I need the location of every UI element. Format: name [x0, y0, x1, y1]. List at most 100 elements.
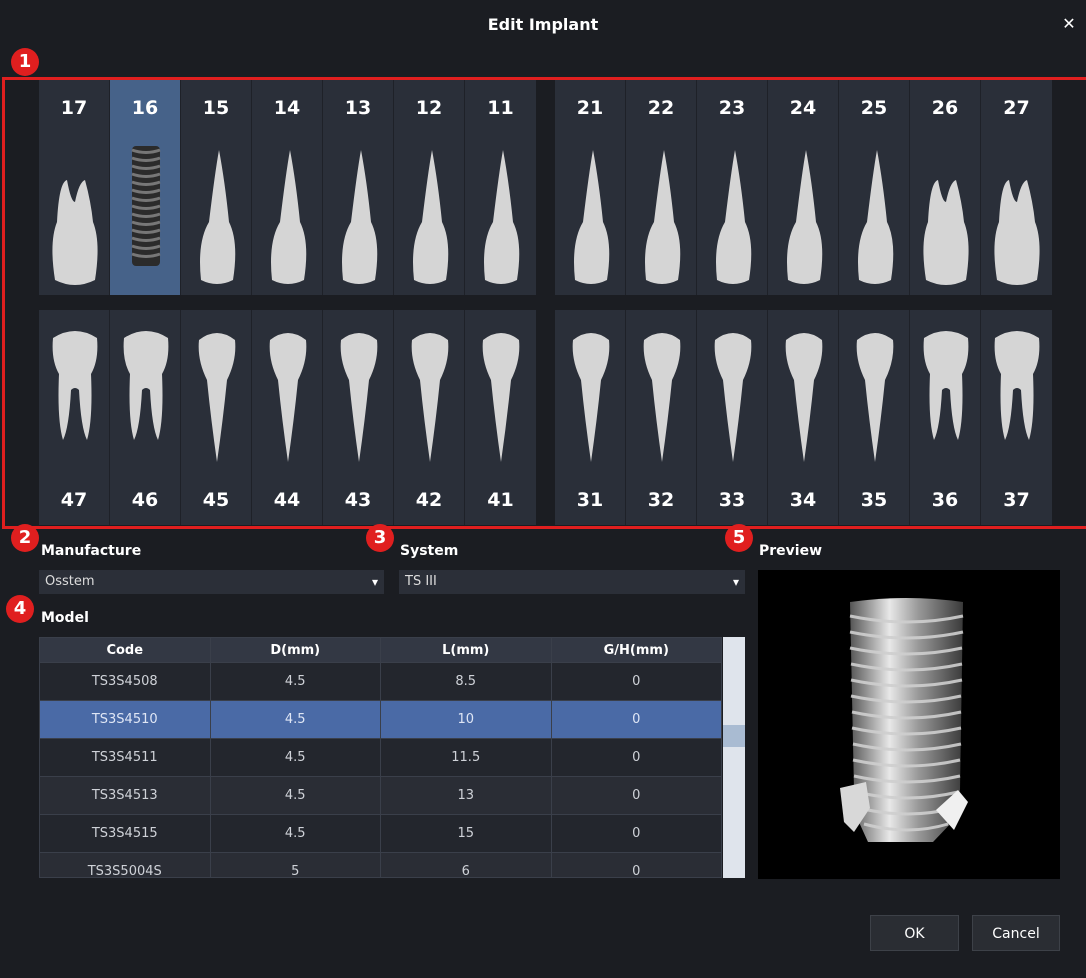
manufacture-select[interactable]: Osstem ▾	[39, 570, 384, 594]
dialog-title: Edit Implant	[487, 15, 599, 34]
ok-button[interactable]: OK	[870, 915, 959, 951]
tooth-number: 32	[647, 489, 675, 511]
tooth-number: 42	[415, 489, 443, 511]
tooth-icon	[411, 333, 449, 462]
table-cell: 15	[381, 815, 552, 853]
tooth-number: 24	[789, 97, 817, 119]
annotation-badge-1: 1	[11, 48, 39, 76]
tooth-42[interactable]: 42	[394, 310, 465, 525]
tooth-36[interactable]: 36	[910, 310, 981, 525]
tooth-icon	[269, 333, 307, 462]
tooth-number: 43	[344, 489, 372, 511]
tooth-number: 16	[131, 97, 159, 119]
column-header[interactable]: D(mm)	[210, 638, 381, 663]
tooth-22[interactable]: 22	[626, 80, 697, 295]
tooth-46[interactable]: 46	[110, 310, 181, 525]
table-cell: TS3S4515	[40, 815, 211, 853]
table-cell: 0	[551, 777, 721, 815]
tooth-icon	[340, 333, 378, 462]
model-label: Model	[41, 610, 89, 626]
table-cell: 4.5	[210, 777, 381, 815]
manufacture-label: Manufacture	[41, 543, 142, 559]
upper-right-teeth: 17 16 15 14 13 12 11	[39, 80, 536, 295]
table-cell: TS3S5004S	[40, 853, 211, 877]
table-row[interactable]: TS3S4508 4.5 8.5 0	[40, 663, 721, 701]
tooth-icon	[643, 333, 681, 462]
table-cell: TS3S4511	[40, 739, 211, 777]
molar-tooth-icon	[994, 331, 1040, 440]
table-cell: 0	[551, 815, 721, 853]
table-cell: TS3S4508	[40, 663, 211, 701]
tooth-number: 25	[860, 97, 888, 119]
table-cell: 5	[211, 853, 381, 877]
implant-3d-icon	[840, 598, 968, 842]
tooth-33[interactable]: 33	[697, 310, 768, 525]
tooth-43[interactable]: 43	[323, 310, 394, 525]
tooth-41[interactable]: 41	[465, 310, 536, 525]
tooth-11[interactable]: 11	[465, 80, 536, 295]
column-header[interactable]: Code	[40, 638, 211, 663]
tooth-37[interactable]: 37	[981, 310, 1052, 525]
model-table: Code D(mm) L(mm) G/H(mm) TS3S4508 4.5 8.5 0 TS3S…	[39, 637, 722, 878]
tooth-25[interactable]: 25	[839, 80, 910, 295]
table-cell: 0	[552, 853, 722, 877]
tooth-16[interactable]: 16	[110, 80, 181, 295]
molar-tooth-icon	[123, 331, 169, 440]
tooth-icon	[484, 150, 520, 284]
tooth-number: 45	[202, 489, 230, 511]
tooth-icon	[198, 333, 236, 462]
tooth-number: 13	[344, 97, 372, 119]
tooth-number: 23	[718, 97, 746, 119]
scrollbar-thumb[interactable]	[723, 725, 745, 747]
table-cell: TS3S4513	[40, 777, 211, 815]
tooth-24[interactable]: 24	[768, 80, 839, 295]
tooth-number: 27	[1003, 97, 1030, 119]
tooth-icon	[342, 150, 378, 284]
tooth-14[interactable]: 14	[252, 80, 323, 295]
column-header[interactable]: L(mm)	[381, 638, 552, 663]
tooth-number: 22	[647, 97, 675, 119]
tooth-34[interactable]: 34	[768, 310, 839, 525]
tooth-31[interactable]: 31	[555, 310, 626, 525]
annotation-badge-2: 2	[11, 524, 39, 552]
tooth-number: 21	[576, 97, 604, 119]
cancel-button[interactable]: Cancel	[972, 915, 1060, 951]
system-select[interactable]: TS III ▾	[399, 570, 745, 594]
tooth-13[interactable]: 13	[323, 80, 394, 295]
tooth-23[interactable]: 23	[697, 80, 768, 295]
table-cell: 11.5	[381, 739, 552, 777]
tooth-45[interactable]: 45	[181, 310, 252, 525]
tooth-15[interactable]: 15	[181, 80, 252, 295]
tooth-44[interactable]: 44	[252, 310, 323, 525]
table-row[interactable]: TS3S4511 4.5 11.5 0	[40, 739, 721, 777]
table-row[interactable]: TS3S4515 4.5 15 0	[40, 815, 721, 853]
tooth-47[interactable]: 47	[39, 310, 110, 525]
column-header[interactable]: G/H(mm)	[551, 638, 721, 663]
tooth-icon	[574, 150, 610, 284]
tooth-number: 47	[60, 489, 88, 511]
tooth-icon	[856, 333, 894, 462]
tooth-17[interactable]: 17	[39, 80, 110, 295]
table-cell: 8.5	[381, 663, 552, 701]
tooth-number: 37	[1003, 489, 1030, 511]
tooth-26[interactable]: 26	[910, 80, 981, 295]
tooth-27[interactable]: 27	[981, 80, 1052, 295]
tooth-number: 36	[931, 489, 959, 511]
close-icon[interactable]: ✕	[1060, 15, 1078, 33]
table-cell: 0	[551, 701, 721, 739]
model-table-scrollbar[interactable]	[723, 637, 745, 878]
tooth-number: 12	[415, 97, 443, 119]
tooth-32[interactable]: 32	[626, 310, 697, 525]
table-row[interactable]: TS3S5004S 5 6 0	[40, 853, 722, 877]
table-row[interactable]: TS3S4513 4.5 13 0	[40, 777, 721, 815]
tooth-icon	[645, 150, 681, 284]
tooth-21[interactable]: 21	[555, 80, 626, 295]
tooth-12[interactable]: 12	[394, 80, 465, 295]
tooth-35[interactable]: 35	[839, 310, 910, 525]
table-cell: TS3S4510	[40, 701, 211, 739]
tooth-icon	[413, 150, 449, 284]
tooth-number: 15	[202, 97, 230, 119]
tooth-icon	[200, 150, 236, 284]
tooth-number: 26	[931, 97, 959, 119]
table-row[interactable]: TS3S4510 4.5 10 0	[40, 701, 721, 739]
